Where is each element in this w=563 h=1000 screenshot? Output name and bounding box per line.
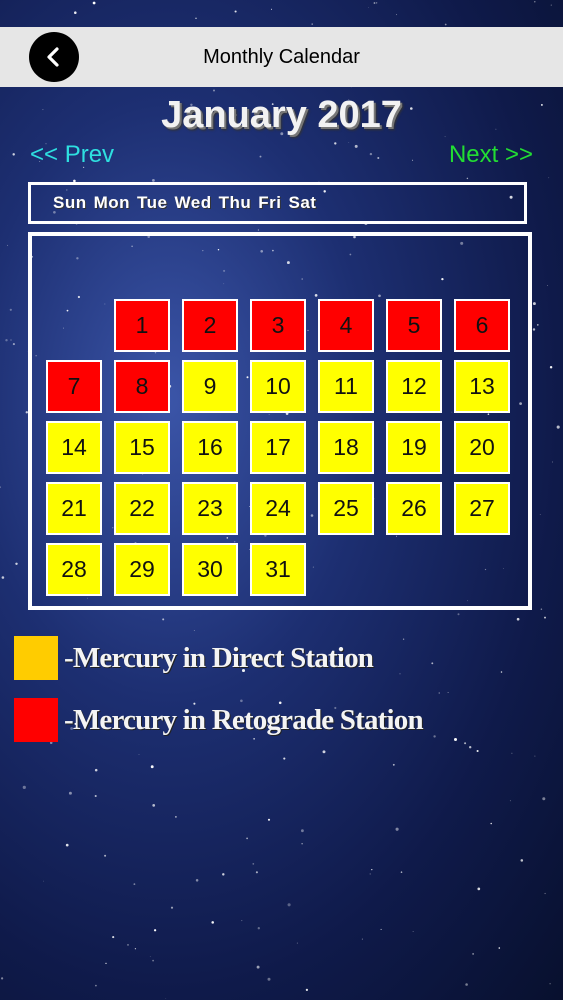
next-month-link[interactable]: Next >> — [449, 141, 533, 169]
nav-title: Monthly Calendar — [203, 46, 360, 68]
back-button[interactable] — [29, 32, 79, 82]
day-cell-3[interactable]: 3 — [250, 299, 306, 352]
day-cell-24[interactable]: 24 — [250, 482, 306, 535]
day-cell-6[interactable]: 6 — [454, 299, 510, 352]
day-cell-30[interactable]: 30 — [182, 543, 238, 596]
weekday-wed: Wed — [174, 193, 212, 212]
day-cell-22[interactable]: 22 — [114, 482, 170, 535]
weekday-fri: Fri — [258, 193, 282, 212]
day-cell-28[interactable]: 28 — [46, 543, 102, 596]
chevron-left-icon — [47, 47, 59, 67]
day-cell-21[interactable]: 21 — [46, 482, 102, 535]
day-cell-19[interactable]: 19 — [386, 421, 442, 474]
day-cell-7[interactable]: 7 — [46, 360, 102, 413]
weekday-sun: Sun — [53, 193, 87, 212]
day-cell-17[interactable]: 17 — [250, 421, 306, 474]
weekday-tue: Tue — [137, 193, 168, 212]
day-cell-14[interactable]: 14 — [46, 421, 102, 474]
legend-direct-label: -Mercury in Direct Station — [64, 641, 374, 674]
month-title: January 2017 — [161, 94, 402, 136]
day-cell-15[interactable]: 15 — [114, 421, 170, 474]
legend-retrograde-label: -Mercury in Retograde Station — [64, 703, 424, 736]
weekday-mon: Mon — [93, 193, 131, 212]
day-cell-10[interactable]: 10 — [250, 360, 306, 413]
weekday-thu: Thu — [218, 193, 252, 212]
day-cell-13[interactable]: 13 — [454, 360, 510, 413]
day-cell-8[interactable]: 8 — [114, 360, 170, 413]
legend-retrograde: -Mercury in Retograde Station — [14, 698, 424, 742]
weekday-header: Sun Mon Tue Wed Thu Fri Sat — [28, 182, 527, 224]
day-cell-18[interactable]: 18 — [318, 421, 374, 474]
day-cell-5[interactable]: 5 — [386, 299, 442, 352]
day-cell-27[interactable]: 27 — [454, 482, 510, 535]
day-cell-2[interactable]: 2 — [182, 299, 238, 352]
day-cell-25[interactable]: 25 — [318, 482, 374, 535]
retrograde-station-swatch — [14, 698, 58, 742]
day-cell-1[interactable]: 1 — [114, 299, 170, 352]
weekday-sat: Sat — [288, 193, 317, 212]
day-cell-29[interactable]: 29 — [114, 543, 170, 596]
day-cell-4[interactable]: 4 — [318, 299, 374, 352]
day-cell-26[interactable]: 26 — [386, 482, 442, 535]
day-cell-11[interactable]: 11 — [318, 360, 374, 413]
day-cell-31[interactable]: 31 — [250, 543, 306, 596]
day-cell-12[interactable]: 12 — [386, 360, 442, 413]
calendar-grid: 1 2 3 4 5 6 7 8 9 10 11 12 13 14 15 16 17 18 19 20 21 22 23 24 2… — [28, 232, 532, 610]
day-cell-23[interactable]: 23 — [182, 482, 238, 535]
day-cell-20[interactable]: 20 — [454, 421, 510, 474]
prev-month-link[interactable]: << Prev — [30, 141, 114, 169]
legend-direct: -Mercury in Direct Station — [14, 636, 374, 680]
direct-station-swatch — [14, 636, 58, 680]
navigation-bar: Monthly Calendar — [0, 27, 563, 87]
day-cell-9[interactable]: 9 — [182, 360, 238, 413]
day-cell-16[interactable]: 16 — [182, 421, 238, 474]
